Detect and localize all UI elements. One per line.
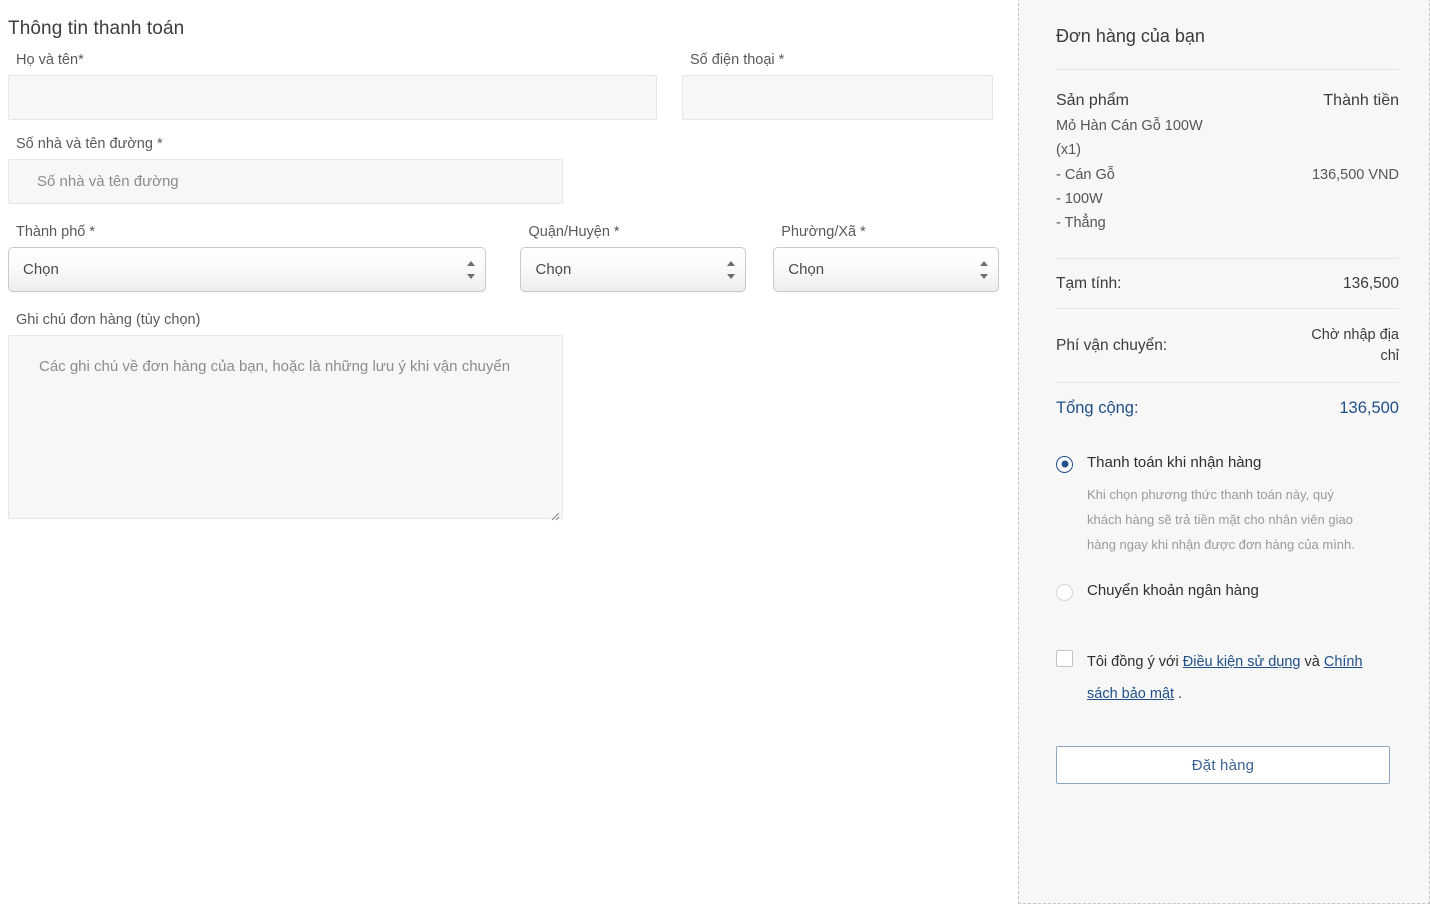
order-notes-label: Ghi chú đơn hàng (tùy chọn) bbox=[16, 312, 201, 328]
payment-option-cod-description: Khi chọn phương thức thanh toán này, quý… bbox=[1087, 486, 1355, 552]
street-label: Số nhà và tên đường * bbox=[16, 136, 163, 152]
fullname-group: Họ và tên* bbox=[8, 52, 657, 120]
shipping-label: Phí vận chuyển: bbox=[1056, 336, 1168, 354]
terms-agreement: Tôi đồng ý với Điều kiện sử dụng và Chín… bbox=[1056, 647, 1399, 711]
district-group: Quận/Huyện * Chọn bbox=[520, 224, 773, 292]
subtotal-row: Tạm tính: 136,500 bbox=[1056, 259, 1399, 308]
payment-option-bank-transfer[interactable]: Chuyển khoản ngân hàng bbox=[1056, 558, 1399, 601]
page-title: Thông tin thanh toán bbox=[8, 18, 185, 39]
ward-group: Phường/Xã * Chọn bbox=[773, 224, 1000, 292]
fullname-input[interactable] bbox=[8, 75, 657, 120]
column-header-product: Sản phẩm bbox=[1056, 92, 1129, 109]
phone-label: Số điện thoại * bbox=[690, 52, 785, 68]
order-notes-textarea[interactable] bbox=[8, 335, 563, 519]
payment-option-bank-transfer-label: Chuyển khoản ngân hàng bbox=[1087, 581, 1259, 599]
radio-unselected-icon[interactable] bbox=[1056, 583, 1073, 601]
phone-group: Số điện thoại * bbox=[682, 52, 993, 120]
payment-option-cod-label: Thanh toán khi nhận hàng bbox=[1087, 453, 1262, 471]
checkout-page: Thông tin thanh toán Họ và tên* Số điện … bbox=[0, 0, 1430, 918]
grand-total-row: Tổng cộng: 136,500 bbox=[1056, 383, 1399, 433]
terms-prefix: Tôi đồng ý với bbox=[1087, 653, 1183, 670]
order-notes-group: Ghi chú đơn hàng (tùy chọn) bbox=[0, 312, 1000, 524]
location-selects-row: Thành phố * Chọn Quận/Huyện * Chọn Phườn… bbox=[0, 224, 1000, 292]
divider bbox=[1056, 69, 1399, 70]
billing-form: Thông tin thanh toán Họ và tên* Số điện … bbox=[0, 0, 1000, 524]
grand-total-value: 136,500 bbox=[1339, 398, 1399, 417]
subtotal-label: Tạm tính: bbox=[1056, 274, 1122, 292]
product-line-total: 136,500 VND bbox=[1311, 166, 1399, 183]
shipping-value: Chờ nhập địa chỉ bbox=[1311, 326, 1399, 364]
place-order-button[interactable]: Đặt hàng bbox=[1056, 746, 1390, 785]
payment-methods: Thanh toán khi nhận hàng Khi chọn phương… bbox=[1056, 441, 1399, 601]
order-panel-title: Đơn hàng của bạn bbox=[1056, 26, 1205, 46]
district-label: Quận/Huyện * bbox=[528, 224, 620, 240]
order-line-item: Mỏ Hàn Cán Gỗ 100W (x1) - Cán Gỗ - 100W … bbox=[1056, 114, 1399, 236]
product-name: Mỏ Hàn Cán Gỗ 100W (x1) - Cán Gỗ - 100W … bbox=[1056, 118, 1203, 232]
subtotal-value: 136,500 bbox=[1342, 274, 1399, 292]
city-select[interactable]: Chọn bbox=[8, 247, 486, 292]
order-table-header: Sản phẩm Thành tiền bbox=[1056, 92, 1399, 110]
phone-input[interactable] bbox=[682, 75, 993, 120]
grand-total-label: Tổng cộng: bbox=[1056, 398, 1139, 417]
payment-option-cod[interactable]: Thanh toán khi nhận hàng bbox=[1056, 441, 1399, 473]
street-input[interactable] bbox=[8, 159, 563, 204]
terms-of-use-link[interactable]: Điều kiện sử dụng bbox=[1183, 654, 1301, 670]
column-header-total: Thành tiền bbox=[1323, 92, 1399, 109]
shipping-row: Phí vận chuyển: Chờ nhập địa chỉ bbox=[1056, 309, 1399, 382]
street-group: Số nhà và tên đường * bbox=[0, 136, 1000, 204]
order-summary-panel: Đơn hàng của bạn Sản phẩm Thành tiền Mỏ … bbox=[1018, 0, 1430, 904]
city-label: Thành phố * bbox=[16, 224, 96, 240]
name-phone-row: Họ và tên* Số điện thoại * bbox=[0, 52, 1000, 120]
city-group: Thành phố * Chọn bbox=[8, 224, 520, 292]
fullname-label: Họ và tên* bbox=[16, 52, 84, 68]
district-select[interactable]: Chọn bbox=[520, 247, 747, 292]
terms-middle: và bbox=[1300, 653, 1324, 670]
radio-selected-icon[interactable] bbox=[1056, 455, 1073, 473]
ward-select[interactable]: Chọn bbox=[773, 247, 1000, 292]
terms-checkbox[interactable] bbox=[1056, 649, 1073, 667]
terms-text: Tôi đồng ý với Điều kiện sử dụng và Chín… bbox=[1087, 647, 1392, 711]
terms-suffix: . bbox=[1174, 685, 1183, 702]
ward-label: Phường/Xã * bbox=[781, 224, 866, 240]
